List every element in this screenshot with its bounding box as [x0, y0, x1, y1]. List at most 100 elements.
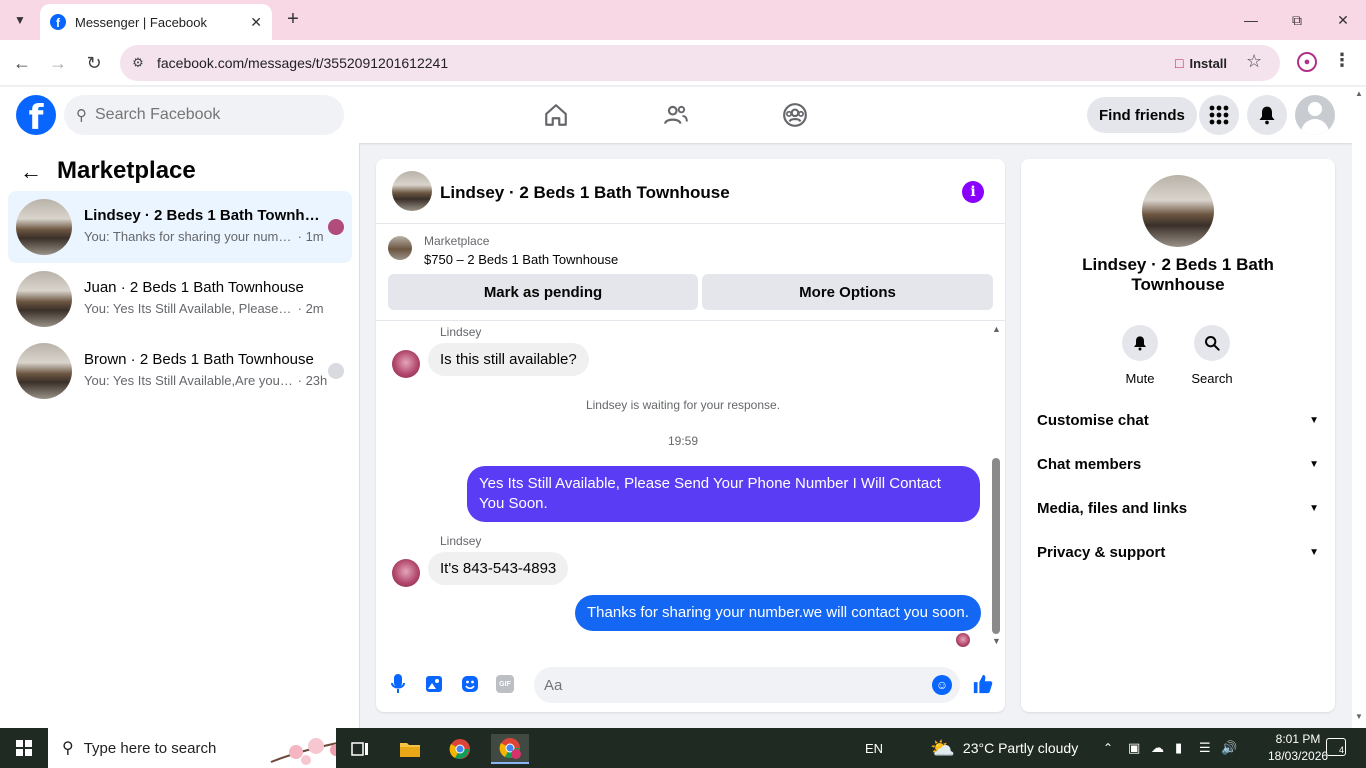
home-icon[interactable] — [541, 101, 571, 129]
facebook-header: f ⚲ Find friends — [0, 87, 1352, 143]
url-text[interactable]: facebook.com/messages/t/3552091201612241 — [157, 55, 448, 71]
weather-widget[interactable]: ⛅ 23°C Partly cloudy — [930, 728, 1078, 768]
message-scrollbar[interactable]: ▲ ▼ — [990, 324, 1002, 649]
start-button[interactable] — [0, 728, 48, 768]
scroll-up-icon[interactable]: ▲ — [1355, 89, 1363, 98]
chat-title[interactable]: Lindsey · 2 Beds 1 Bath Townhouse — [440, 183, 730, 203]
bell-icon[interactable] — [1122, 325, 1158, 361]
tab-search-button[interactable]: ▼ — [6, 7, 34, 33]
tab-close-icon[interactable]: ✕ — [250, 14, 262, 31]
search-action[interactable]: Search — [1182, 325, 1242, 386]
outgoing-message[interactable]: Thanks for sharing your number.we will c… — [575, 595, 981, 631]
sender-avatar[interactable] — [392, 350, 420, 378]
volume-icon[interactable]: 🔊 — [1221, 728, 1237, 768]
sender-avatar[interactable] — [392, 559, 420, 587]
system-clock[interactable]: 8:01 PM 18/03/2026 — [1268, 731, 1328, 765]
info-panel-name: Lindsey · 2 Beds 1 Bath Townhouse — [1082, 255, 1274, 294]
page-scrollbar[interactable]: ▲ ▼ — [1352, 87, 1366, 728]
file-explorer-icon[interactable] — [391, 734, 429, 764]
clock-time: 8:01 PM — [1275, 732, 1321, 746]
sidebar-title: Marketplace — [57, 157, 196, 184]
incoming-message[interactable]: Is this still available? — [428, 343, 589, 376]
incoming-message[interactable]: It's 843-543-4893 — [428, 552, 569, 585]
browser-profile-icon[interactable]: ● — [1297, 52, 1317, 72]
mute-action[interactable]: Mute — [1110, 325, 1170, 386]
restore-button[interactable]: ⧉ — [1274, 6, 1320, 34]
thumbs-up-icon[interactable] — [972, 673, 994, 701]
back-button[interactable]: ← — [9, 50, 35, 76]
address-bar[interactable]: ⚙ facebook.com/messages/t/35520912016122… — [120, 45, 1280, 81]
conversation-item-lindsey[interactable]: Lindsey · 2 Beds 1 Bath Townhouse You: T… — [8, 191, 352, 263]
back-arrow-icon[interactable]: ← — [20, 159, 42, 185]
facebook-logo-icon[interactable]: f — [16, 95, 56, 135]
waiting-notice: Lindsey is waiting for your response. — [585, 398, 781, 412]
reload-button[interactable]: ↻ — [81, 50, 107, 76]
browser-tab[interactable]: f Messenger | Facebook ✕ — [40, 4, 272, 40]
taskbar-search[interactable]: ⚲ Type here to search — [48, 728, 336, 768]
forward-button[interactable]: → — [45, 50, 71, 76]
chevron-down-icon: ▼ — [1309, 414, 1319, 426]
battery-icon[interactable]: ▮ — [1175, 728, 1182, 768]
scroll-down-icon[interactable]: ▼ — [992, 636, 1001, 646]
install-icon: □ — [1175, 55, 1184, 71]
taskbar-search-placeholder: Type here to search — [83, 739, 217, 757]
chevron-down-icon: ▼ — [1309, 546, 1319, 558]
chrome-profile-icon[interactable] — [491, 734, 529, 764]
gif-icon[interactable]: GIF — [496, 675, 514, 693]
conversation-snippet: You: Yes Its Still Available, Please Sen… — [84, 301, 324, 316]
mark-as-pending-button[interactable]: Mark as pending — [388, 274, 698, 310]
info-icon[interactable]: i — [962, 181, 984, 203]
onedrive-cloud-icon[interactable]: ☁ — [1151, 728, 1164, 768]
task-view-icon[interactable] — [341, 734, 379, 764]
install-app-button[interactable]: □ Install — [1165, 49, 1237, 77]
conversation-name: Juan · 2 Beds 1 Bath Townhouse — [84, 279, 304, 296]
conversation-item-juan[interactable]: Juan · 2 Beds 1 Bath Townhouse You: Yes … — [8, 263, 352, 335]
more-options-button[interactable]: More Options — [702, 274, 993, 310]
find-friends-button[interactable]: Find friends — [1087, 97, 1197, 133]
meet-now-icon[interactable]: ▣ — [1128, 728, 1140, 768]
site-settings-icon[interactable]: ⚙ — [128, 53, 148, 73]
listing-small-thumbnail[interactable] — [388, 236, 412, 260]
search-icon[interactable] — [1194, 325, 1230, 361]
show-hidden-icons-icon[interactable]: ⌃ — [1103, 728, 1113, 768]
facebook-search[interactable]: ⚲ — [64, 95, 344, 135]
new-tab-button[interactable]: + — [282, 8, 304, 30]
conversation-item-brown[interactable]: Brown · 2 Beds 1 Bath Townhouse You: Yes… — [8, 335, 352, 407]
notification-center-icon[interactable]: 4 — [1326, 738, 1346, 756]
search-icon: ⚲ — [76, 107, 87, 124]
wifi-icon[interactable]: ☰ — [1199, 728, 1211, 768]
listing-large-avatar[interactable] — [1142, 175, 1214, 247]
chrome-icon[interactable] — [441, 734, 479, 764]
scroll-down-icon[interactable]: ▼ — [1355, 712, 1363, 721]
scrollbar-thumb[interactable] — [992, 458, 1000, 634]
emoji-icon[interactable]: ☺ — [932, 675, 952, 695]
conversation-info-panel: Lindsey · 2 Beds 1 Bath Townhouse Mute S… — [1021, 159, 1335, 712]
listing-price[interactable]: $750 – 2 Beds 1 Bath Townhouse — [424, 252, 618, 267]
menu-grid-icon[interactable] — [1199, 95, 1239, 135]
message-input[interactable] — [534, 667, 960, 703]
section-chat-members[interactable]: Chat members ▼ — [1037, 446, 1319, 482]
outgoing-message[interactable]: Yes Its Still Available, Please Send You… — [467, 466, 980, 522]
window-close-button[interactable]: ✕ — [1320, 6, 1366, 34]
sticker-icon[interactable] — [460, 674, 480, 694]
account-avatar[interactable] — [1295, 95, 1335, 135]
language-indicator[interactable]: EN — [865, 728, 883, 768]
facebook-search-input[interactable] — [95, 106, 315, 124]
conversation-snippet: You: Yes Its Still Available,Are you int… — [84, 373, 328, 388]
minimize-button[interactable]: — — [1228, 6, 1274, 34]
listing-thumbnail — [16, 271, 72, 327]
search-icon: ⚲ — [62, 740, 74, 757]
microphone-icon[interactable] — [388, 674, 408, 694]
notifications-bell-icon[interactable] — [1247, 95, 1287, 135]
section-media-files-links[interactable]: Media, files and links ▼ — [1037, 490, 1319, 526]
section-customise-chat[interactable]: Customise chat ▼ — [1037, 402, 1319, 438]
friends-icon[interactable] — [661, 101, 691, 129]
scroll-up-icon[interactable]: ▲ — [992, 324, 1001, 334]
chat-listing-avatar[interactable] — [392, 171, 432, 211]
bookmark-star-icon[interactable]: ☆ — [1246, 51, 1262, 72]
message-thread: Lindsey Is this still available? Lindsey… — [376, 322, 1005, 662]
groups-icon[interactable] — [780, 101, 810, 129]
photo-icon[interactable] — [424, 674, 444, 694]
section-privacy-support[interactable]: Privacy & support ▼ — [1037, 534, 1319, 570]
browser-menu-icon[interactable]: ⋮ — [1333, 50, 1351, 71]
